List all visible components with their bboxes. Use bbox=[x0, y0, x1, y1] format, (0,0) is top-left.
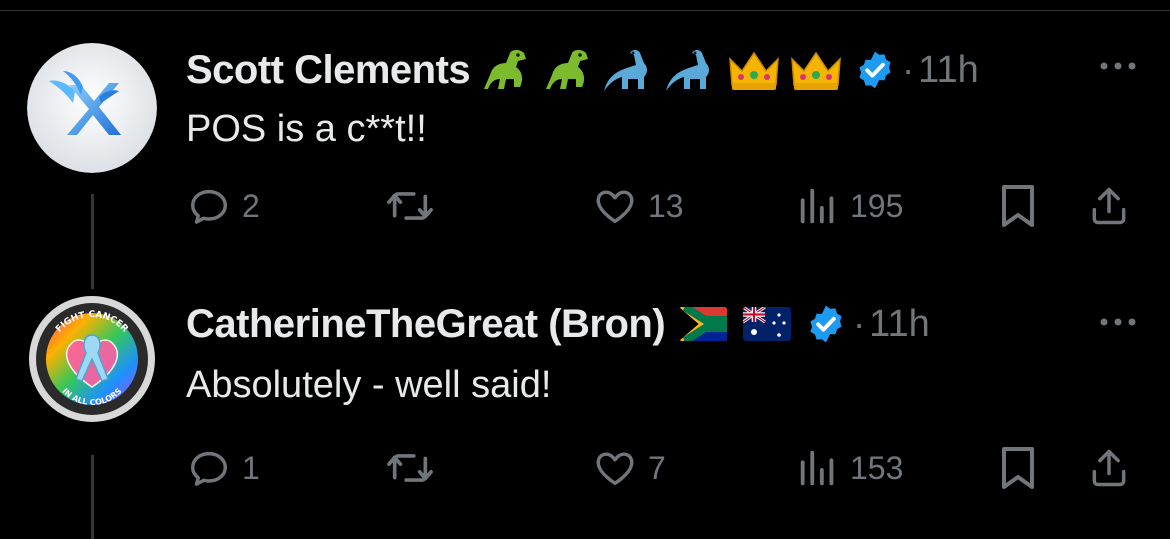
analytics-icon bbox=[800, 450, 834, 486]
tweet-header: Scott Clements · 11h bbox=[186, 42, 979, 98]
crown-emoji-icon bbox=[729, 51, 780, 90]
like-button[interactable]: 7 bbox=[592, 440, 666, 496]
reply-count: 1 bbox=[242, 449, 260, 486]
timestamp[interactable]: 11h bbox=[869, 303, 930, 346]
tweet-text: POS is a c**t!! bbox=[186, 108, 427, 150]
like-count: 7 bbox=[648, 449, 666, 486]
share-icon bbox=[1092, 187, 1126, 225]
analytics-icon bbox=[800, 188, 834, 224]
avatar[interactable] bbox=[27, 43, 157, 173]
like-button[interactable]: 13 bbox=[592, 178, 684, 234]
sauropod-emoji-icon bbox=[604, 50, 648, 91]
bookmark-button[interactable] bbox=[998, 178, 1038, 234]
repost-button[interactable] bbox=[385, 178, 445, 234]
reply-icon bbox=[190, 451, 228, 486]
views-count: 195 bbox=[850, 187, 904, 224]
timestamp[interactable]: 11h bbox=[918, 49, 979, 92]
australia-flag-emoji-icon bbox=[743, 307, 792, 341]
avatar[interactable]: FIGHT CANCER IN ALL COLORS bbox=[28, 295, 156, 423]
tweet[interactable]: Scott Clements · 11h POS is a c**t!! 2 1… bbox=[0, 30, 1170, 289]
reply-count: 2 bbox=[242, 187, 260, 224]
bird-x-logo-icon bbox=[27, 43, 157, 173]
heart-icon bbox=[596, 452, 634, 486]
reply-button[interactable]: 1 bbox=[186, 440, 260, 496]
bookmark-icon bbox=[1002, 185, 1034, 227]
heart-icon bbox=[596, 190, 634, 224]
bookmark-icon bbox=[1002, 447, 1034, 489]
bookmark-button[interactable] bbox=[998, 440, 1038, 496]
tweet-header: CatherineTheGreat (Bron) · 11h bbox=[186, 296, 930, 352]
name-emojis bbox=[671, 307, 799, 341]
action-bar: 1 7 153 bbox=[0, 440, 1170, 496]
action-bar: 2 13 195 bbox=[0, 178, 1170, 234]
repost-button[interactable] bbox=[385, 440, 445, 496]
share-button[interactable] bbox=[1087, 178, 1131, 234]
author-name[interactable]: Scott Clements bbox=[186, 48, 471, 93]
views-count: 153 bbox=[850, 449, 904, 486]
views-button[interactable]: 153 bbox=[796, 440, 903, 496]
views-button[interactable]: 195 bbox=[796, 178, 903, 234]
share-icon bbox=[1092, 449, 1126, 487]
repost-icon bbox=[387, 192, 433, 220]
more-options-icon[interactable] bbox=[1096, 56, 1140, 76]
sauropod-emoji-icon bbox=[666, 50, 710, 91]
t-rex-emoji-icon bbox=[546, 50, 589, 89]
fight-cancer-logo-icon: FIGHT CANCER IN ALL COLORS bbox=[29, 296, 155, 422]
separator-dot: · bbox=[902, 49, 915, 90]
t-rex-emoji-icon bbox=[484, 50, 527, 89]
separator-dot: · bbox=[853, 303, 866, 344]
reply-button[interactable]: 2 bbox=[186, 178, 260, 234]
like-count: 13 bbox=[648, 187, 684, 224]
verified-badge-icon[interactable] bbox=[805, 303, 847, 345]
tweet-text: Absolutely - well said! bbox=[186, 364, 552, 406]
more-options-icon[interactable] bbox=[1096, 312, 1140, 332]
top-divider bbox=[0, 0, 1170, 11]
share-button[interactable] bbox=[1087, 440, 1131, 496]
repost-icon bbox=[387, 454, 433, 482]
reply-icon bbox=[190, 189, 228, 224]
name-emojis bbox=[476, 45, 848, 95]
south-africa-flag-emoji-icon bbox=[679, 307, 728, 341]
verified-badge-icon[interactable] bbox=[854, 49, 896, 91]
crown-emoji-icon bbox=[791, 51, 842, 90]
author-name[interactable]: CatherineTheGreat (Bron) bbox=[186, 302, 666, 347]
tweet[interactable]: FIGHT CANCER IN ALL COLORS CatherineTheG… bbox=[0, 290, 1170, 539]
